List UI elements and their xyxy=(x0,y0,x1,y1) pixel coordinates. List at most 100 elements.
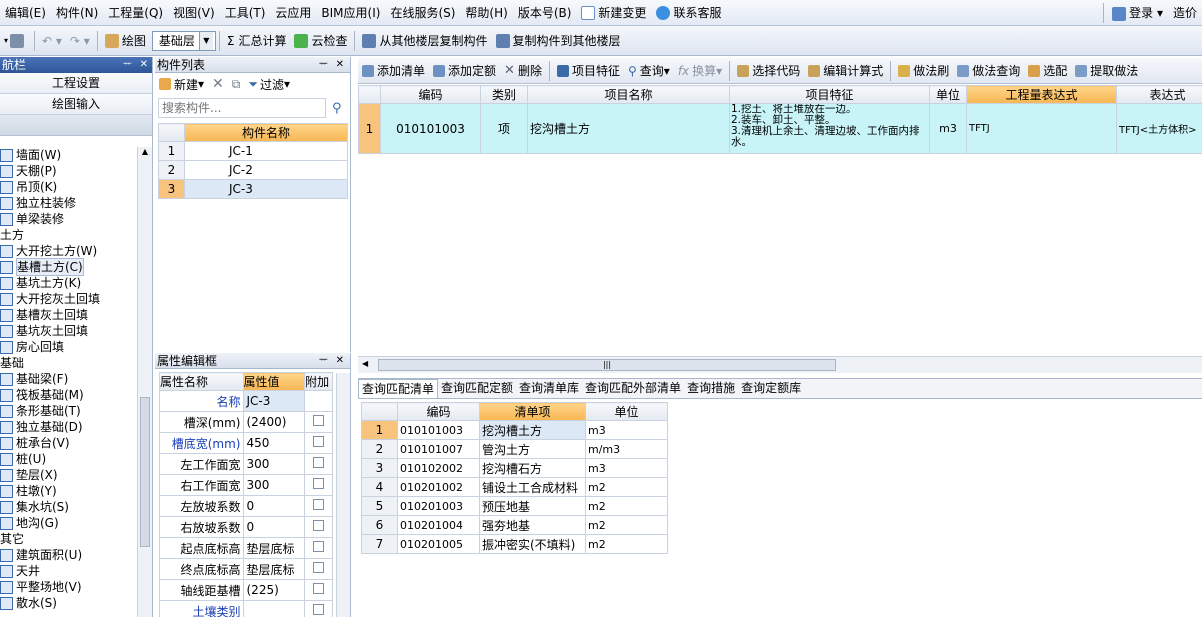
table-row[interactable]: 1 010101003 项 挖沟槽土方 1.挖土、将土堆放在一边。 2.装车、卸… xyxy=(358,103,1202,154)
table-row[interactable]: 左放坡系数 0 xyxy=(159,495,333,517)
close-icon[interactable]: ✕ xyxy=(336,57,344,73)
cell-component-name[interactable]: JC-2 xyxy=(184,160,348,180)
redo-button[interactable]: ↷ ▾ xyxy=(66,29,94,53)
tree-item[interactable]: 墙面(W) xyxy=(0,147,137,163)
tree-item[interactable]: 柱墩(Y) xyxy=(0,483,137,499)
tree-item[interactable]: 大开挖灰土回填 xyxy=(0,291,137,307)
cell-item[interactable]: 强夯地基 xyxy=(479,515,586,535)
save-button[interactable]: ▾ xyxy=(0,29,31,53)
cell-unit[interactable]: m3 xyxy=(929,103,967,154)
pin-icon[interactable]: ᅲ xyxy=(319,353,328,369)
cell-feature[interactable]: 1.挖土、将土堆放在一边。 2.装车、卸土、平整。 3.清理机上余土、清理边坡、… xyxy=(729,103,930,154)
prop-extra[interactable] xyxy=(304,558,333,580)
cell-code[interactable]: 010101003 xyxy=(380,103,481,154)
table-row[interactable]: 5 010201003 预压地基 m2 xyxy=(361,496,668,516)
prop-extra[interactable] xyxy=(304,432,333,454)
extra-checkbox[interactable] xyxy=(313,541,325,552)
prop-extra[interactable] xyxy=(304,390,333,412)
drawing-input-button[interactable]: 绘图输入 xyxy=(0,94,152,115)
menu-version[interactable]: 版本号(B) xyxy=(513,0,577,26)
menu-bim[interactable]: BIM应用(I) xyxy=(316,0,385,26)
prop-value[interactable]: 垫层底标 xyxy=(242,537,306,559)
cell-code[interactable]: 010102002 xyxy=(397,458,480,478)
table-row[interactable]: 4 010201002 铺设土工合成材料 m2 xyxy=(361,477,668,497)
cell-expression2[interactable]: TFTJ<土方体积> xyxy=(1116,103,1202,154)
property-scrollbar[interactable] xyxy=(336,373,350,617)
tree-item[interactable]: 基坑土方(K) xyxy=(0,275,137,291)
copy-from-floor-button[interactable]: 从其他楼层复制构件 xyxy=(358,29,491,53)
cell-unit[interactable]: m2 xyxy=(585,515,668,535)
pin-icon[interactable]: ᅲ xyxy=(123,57,132,73)
cell-component-name[interactable]: JC-1 xyxy=(184,141,348,161)
tree-item[interactable]: 大开挖土方(W) xyxy=(0,243,137,259)
tree-item[interactable]: 天棚(P) xyxy=(0,163,137,179)
table-row[interactable]: 终点底标高 垫层底标 xyxy=(159,558,333,580)
tree-item[interactable]: 桩承台(V) xyxy=(0,435,137,451)
item-feature-button[interactable]: 项目特征 xyxy=(553,59,624,83)
copy-to-floor-button[interactable]: 复制构件到其他楼层 xyxy=(492,29,625,53)
extra-checkbox[interactable] xyxy=(313,499,325,510)
prop-extra[interactable] xyxy=(304,516,333,538)
cell-name[interactable]: 挖沟槽土方 xyxy=(527,103,730,154)
cell-item[interactable]: 管沟土方 xyxy=(479,439,586,459)
prop-extra[interactable] xyxy=(304,453,333,475)
pin-icon[interactable]: ᅲ xyxy=(319,57,328,73)
table-row[interactable]: 土壤类别 xyxy=(159,600,333,617)
extra-checkbox[interactable] xyxy=(313,520,325,531)
cell-unit[interactable]: m3 xyxy=(585,458,668,478)
tree-item[interactable]: 桩(U) xyxy=(0,451,137,467)
tree-item[interactable]: 基槽土方(C) xyxy=(0,258,137,276)
login-button[interactable]: 登录 ▾ xyxy=(1107,0,1168,26)
table-row[interactable]: 轴线距基槽 (225) xyxy=(159,579,333,601)
add-quota-button[interactable]: 添加定额 xyxy=(429,59,500,83)
sum-button[interactable]: Σ 汇总计算 xyxy=(223,29,291,53)
menu-view[interactable]: 视图(V) xyxy=(168,0,220,26)
table-row[interactable]: 起点底标高 垫层底标 xyxy=(159,537,333,559)
search-icon[interactable]: ⚲ xyxy=(332,101,342,116)
prop-extra[interactable] xyxy=(304,600,333,617)
cell-code[interactable]: 010201004 xyxy=(397,515,480,535)
cloud-check-button[interactable]: 云检查 xyxy=(290,29,351,53)
support-button[interactable]: 联系客服 xyxy=(651,0,726,26)
table-row[interactable]: 1 010101003 挖沟槽土方 m3 xyxy=(361,420,668,440)
horizontal-scrollbar[interactable]: ◀ ||| xyxy=(358,356,1202,373)
table-row[interactable]: 槽深(mm) (2400) xyxy=(159,411,333,433)
table-row[interactable]: 左工作面宽 300 xyxy=(159,453,333,475)
prop-value[interactable]: (225) xyxy=(242,579,306,601)
table-row[interactable]: 3 JC-3 xyxy=(158,179,348,199)
table-row[interactable]: 6 010201004 强夯地基 m2 xyxy=(361,515,668,535)
cell-expression[interactable]: TFTJ xyxy=(966,103,1117,154)
cell-unit[interactable]: m2 xyxy=(585,534,668,554)
tree-item[interactable]: 天井 xyxy=(0,563,137,579)
prop-extra[interactable] xyxy=(304,411,333,433)
method-brush-button[interactable]: 做法刷 xyxy=(894,59,953,83)
tree-item[interactable]: 基础梁(F) xyxy=(0,371,137,387)
scroll-thumb[interactable]: ||| xyxy=(378,359,836,371)
scroll-left-icon[interactable]: ◀ xyxy=(362,359,368,368)
cell-unit[interactable]: m2 xyxy=(585,477,668,497)
edit-formula-button[interactable]: 编辑计算式 xyxy=(804,59,887,83)
extra-checkbox[interactable] xyxy=(313,583,325,594)
prop-value[interactable]: (2400) xyxy=(242,411,306,433)
scroll-up-icon[interactable]: ▲ xyxy=(138,147,152,156)
cell-unit[interactable]: m2 xyxy=(585,496,668,516)
tree-item[interactable]: 房心回填 xyxy=(0,339,137,355)
prop-extra[interactable] xyxy=(304,579,333,601)
extra-checkbox[interactable] xyxy=(313,415,325,426)
layer-select[interactable]: 基础层 ▼ xyxy=(151,30,216,51)
cell-code[interactable]: 010201005 xyxy=(397,534,480,554)
tree-category[interactable]: 基础 xyxy=(0,355,137,371)
scroll-thumb[interactable] xyxy=(140,397,150,547)
menu-help[interactable]: 帮助(H) xyxy=(460,0,512,26)
cell-unit[interactable]: m/m3 xyxy=(585,439,668,459)
prop-value[interactable]: JC-3 xyxy=(242,390,306,412)
menu-component[interactable]: 构件(N) xyxy=(51,0,103,26)
prop-value[interactable]: 450 xyxy=(242,432,306,454)
tree-item[interactable]: 筏板基础(M) xyxy=(0,387,137,403)
tree-item[interactable]: 集水坑(S) xyxy=(0,499,137,515)
tab-query-0[interactable]: 查询匹配清单 xyxy=(358,379,439,398)
menu-cloud[interactable]: 云应用 xyxy=(270,0,316,26)
table-row[interactable]: 2 JC-2 xyxy=(158,160,348,180)
prop-extra[interactable] xyxy=(304,537,333,559)
prop-value[interactable] xyxy=(242,600,306,617)
